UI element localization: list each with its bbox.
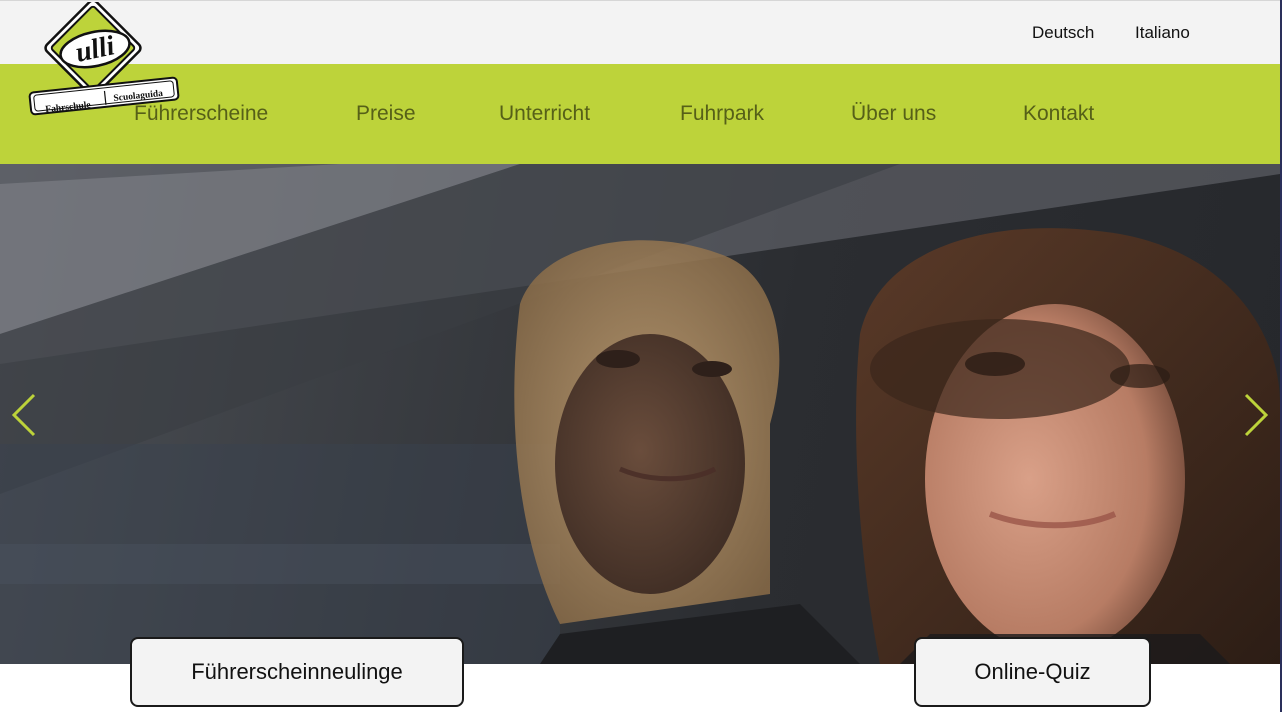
beginners-button[interactable]: Führerscheinneulinge xyxy=(130,637,464,707)
nav-item-unterricht[interactable]: Unterricht xyxy=(499,102,590,126)
online-quiz-button[interactable]: Online-Quiz xyxy=(914,637,1151,707)
nav-item-preise[interactable]: Preise xyxy=(356,102,416,126)
logo[interactable]: ulli Fahrschule Scuolaguida xyxy=(26,0,182,120)
nav-item-kontakt[interactable]: Kontakt xyxy=(1023,102,1094,126)
nav-item-ueber-uns[interactable]: Über uns xyxy=(851,102,936,126)
main-navigation: Führerscheine Preise Unterricht Fuhrpark… xyxy=(0,64,1280,164)
language-link-italiano[interactable]: Italiano xyxy=(1135,23,1190,43)
nav-item-fuhrpark[interactable]: Fuhrpark xyxy=(680,102,764,126)
top-bar: Deutsch Italiano xyxy=(0,0,1282,64)
language-link-deutsch[interactable]: Deutsch xyxy=(1032,23,1094,43)
chevron-left-icon xyxy=(11,393,36,437)
chevron-right-icon xyxy=(1244,393,1269,437)
hero-carousel xyxy=(0,164,1280,664)
hero-photo xyxy=(0,164,1280,664)
